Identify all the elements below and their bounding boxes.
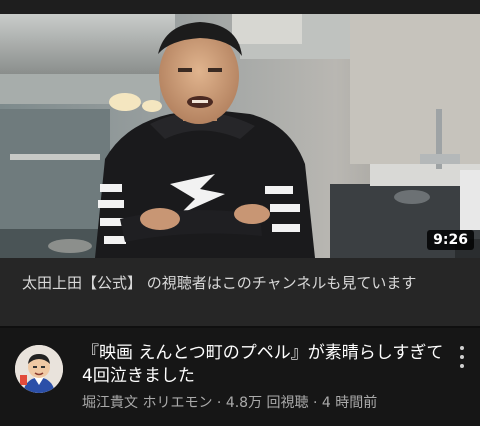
upload-age: 4 時間前 bbox=[321, 395, 378, 411]
video-thumbnail[interactable]: 9:26 bbox=[0, 14, 480, 258]
more-vert-icon[interactable] bbox=[454, 346, 470, 368]
top-strip bbox=[0, 0, 480, 14]
kebab-dot bbox=[460, 364, 464, 368]
channel-name[interactable]: 堀江貴文 ホリエモン bbox=[82, 395, 212, 411]
thumbnail-image bbox=[0, 14, 480, 258]
view-count: 4.8万 回視聴 bbox=[225, 395, 309, 411]
kebab-dot bbox=[460, 346, 464, 350]
video-title[interactable]: 『映画 えんとつ町のプペル』が素晴らしすぎて4回泣きました bbox=[82, 342, 452, 388]
video-details-row: 『映画 えんとつ町のプペル』が素晴らしすぎて4回泣きました 堀江貴文 ホリエモン… bbox=[0, 328, 480, 426]
kebab-dot bbox=[460, 355, 464, 359]
channel-avatar[interactable] bbox=[15, 345, 63, 393]
meta-separator: · bbox=[212, 395, 226, 411]
avatar-illustration bbox=[15, 345, 63, 393]
meta-separator: · bbox=[308, 395, 322, 411]
recommendation-text: 太田上田【公式】 の視聴者はこのチャンネルも見ています bbox=[22, 274, 417, 292]
video-meta: 堀江貴文 ホリエモン · 4.8万 回視聴 · 4 時間前 bbox=[82, 392, 462, 412]
video-duration-badge: 9:26 bbox=[427, 230, 474, 250]
channel-recommendation-banner: 太田上田【公式】 の視聴者はこのチャンネルも見ています bbox=[0, 258, 480, 326]
